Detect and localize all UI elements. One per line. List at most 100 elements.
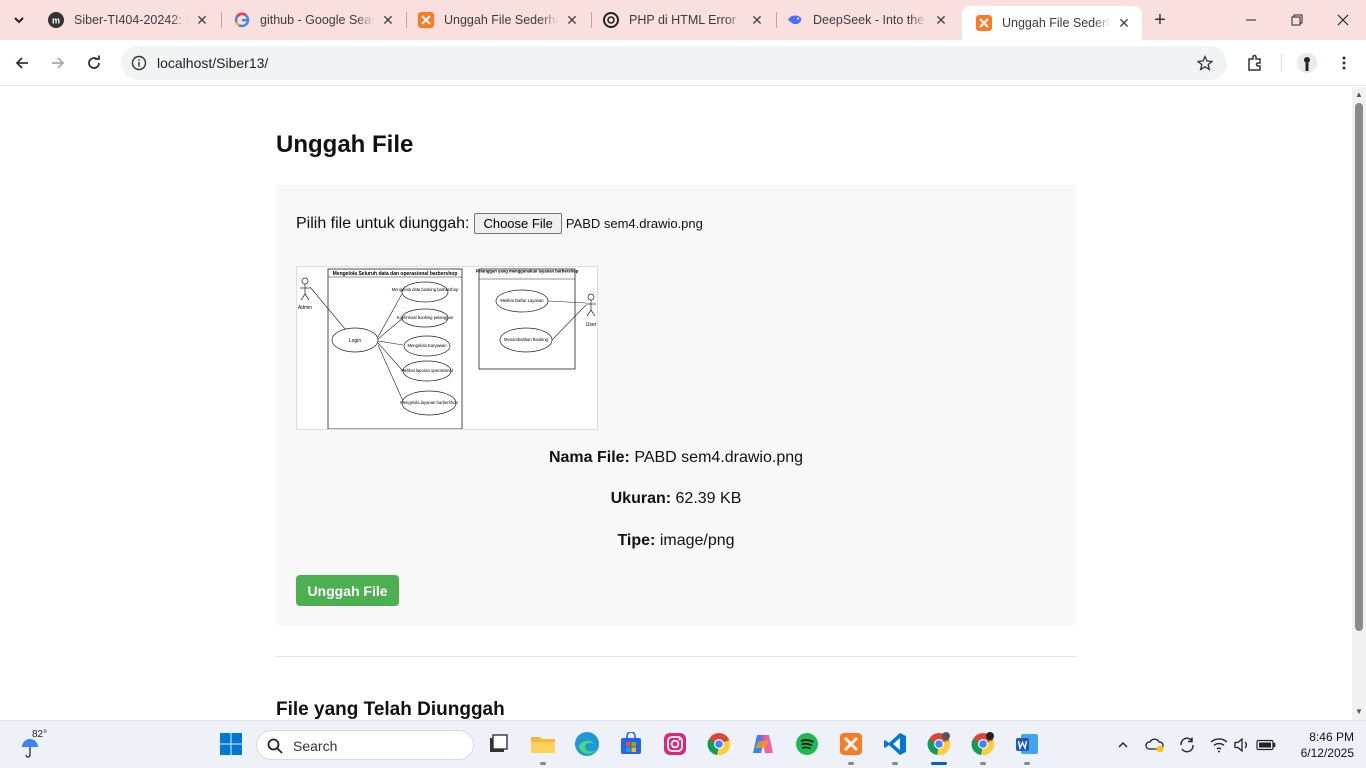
google-icon bbox=[234, 12, 250, 28]
new-tab-button[interactable]: + bbox=[1148, 8, 1172, 32]
wifi-icon bbox=[1210, 738, 1228, 753]
taskbar-edge[interactable] bbox=[572, 729, 602, 759]
close-tab-icon[interactable]: ✕ bbox=[749, 12, 765, 28]
close-tab-icon[interactable]: ✕ bbox=[933, 12, 949, 28]
task-view-button[interactable] bbox=[483, 729, 513, 759]
windows-logo-icon bbox=[220, 733, 242, 755]
taskbar-chrome-profile-2[interactable] bbox=[968, 729, 998, 765]
page-viewport: Unggah File Pilih file untuk diunggah: C… bbox=[0, 87, 1352, 720]
menu-button[interactable] bbox=[1332, 51, 1356, 75]
scroll-up-icon[interactable]: ▲ bbox=[1354, 90, 1364, 100]
tab-title: PHP di HTML Error bbox=[629, 13, 736, 27]
site-info-icon[interactable] bbox=[129, 53, 149, 73]
arrow-right-icon bbox=[52, 57, 65, 69]
extensions-button[interactable] bbox=[1243, 51, 1267, 75]
tab-moodle[interactable]: m Siber-TI404-20242: W ✕ bbox=[34, 0, 220, 40]
search-label: Search bbox=[293, 738, 338, 754]
upload-button[interactable]: Unggah File bbox=[296, 575, 399, 606]
tab-title: github - Google Search bbox=[260, 13, 374, 27]
admin-boundary-title: Mengelola Seluruh data dan operasional b… bbox=[333, 271, 458, 277]
profile-avatar[interactable] bbox=[1295, 51, 1319, 75]
actor-admin bbox=[300, 277, 310, 301]
battery-tray[interactable] bbox=[1256, 735, 1276, 755]
reload-icon bbox=[88, 55, 100, 69]
active-indicator bbox=[931, 762, 947, 765]
xampp-icon bbox=[840, 733, 862, 755]
copilot-icon bbox=[753, 735, 773, 753]
close-window-button[interactable] bbox=[1320, 0, 1366, 40]
taskbar-store[interactable] bbox=[616, 729, 646, 759]
edge-icon bbox=[575, 732, 599, 756]
taskbar-clock[interactable]: 8:46 PM 6/12/2025 bbox=[1280, 729, 1354, 761]
restore-icon bbox=[1291, 14, 1303, 26]
deepseek-icon bbox=[787, 12, 803, 28]
forward-button[interactable] bbox=[44, 49, 72, 77]
scroll-down-icon[interactable]: ▼ bbox=[1354, 707, 1364, 717]
more-vertical-icon bbox=[1342, 56, 1346, 70]
start-button[interactable] bbox=[216, 729, 246, 759]
temperature: 82° bbox=[32, 729, 48, 740]
chevron-up-icon bbox=[1118, 741, 1128, 748]
file-picker-label: Pilih file untuk diunggah: bbox=[296, 214, 470, 232]
tab-deepseek[interactable]: DeepSeek - Into the Unknown ✕ bbox=[773, 0, 959, 40]
taskbar-xampp[interactable] bbox=[836, 729, 866, 765]
tab-title: Unggah File Sederhana bbox=[1002, 16, 1110, 30]
taskbar-vscode[interactable] bbox=[880, 729, 910, 765]
close-tab-icon[interactable]: ✕ bbox=[564, 12, 580, 28]
taskbar-chrome-profile-1[interactable] bbox=[924, 729, 954, 765]
folder-icon bbox=[531, 737, 555, 753]
plus-icon: + bbox=[1154, 8, 1166, 31]
use-case-admin-1-label: Mengelola data booking barbershop bbox=[392, 287, 459, 292]
file-name-label: Nama File: bbox=[548, 449, 630, 466]
store-icon bbox=[621, 732, 641, 754]
volume-tray[interactable] bbox=[1232, 735, 1252, 755]
tab-chatgpt[interactable]: PHP di HTML Error ✕ bbox=[589, 0, 775, 40]
show-hidden-icons-button[interactable] bbox=[1113, 735, 1133, 755]
tab-xampp-active[interactable]: Unggah File Sederhana ✕ bbox=[962, 6, 1142, 40]
taskbar-chrome[interactable] bbox=[704, 729, 734, 759]
close-tab-icon[interactable]: ✕ bbox=[380, 12, 396, 28]
use-case-admin-4-label: Melihat laporan operasional bbox=[401, 368, 453, 373]
taskbar-instagram[interactable] bbox=[660, 729, 690, 759]
sync-tray[interactable] bbox=[1177, 735, 1197, 755]
chrome-icon bbox=[927, 732, 951, 756]
use-case-admin-2-label: Konfirmasi booking pelanggan bbox=[397, 315, 454, 320]
wifi-tray[interactable] bbox=[1209, 735, 1229, 755]
taskbar-word[interactable] bbox=[1012, 729, 1042, 765]
bookmark-star-icon[interactable] bbox=[1195, 53, 1215, 73]
use-case-login-label: Login bbox=[349, 338, 361, 344]
url-text[interactable]: localhost/Siber13/ bbox=[157, 55, 268, 71]
running-indicator bbox=[980, 762, 986, 765]
taskbar-file-explorer[interactable] bbox=[528, 729, 558, 765]
reload-button[interactable] bbox=[80, 49, 108, 77]
taskbar-copilot[interactable] bbox=[748, 729, 778, 759]
xampp-icon bbox=[976, 15, 992, 31]
weather-widget[interactable]: 82° bbox=[18, 727, 58, 763]
back-button[interactable] bbox=[8, 49, 36, 77]
tab-xampp-1[interactable]: Unggah File Sederhana ✕ bbox=[404, 0, 590, 40]
file-picker-row: Pilih file untuk diunggah: Choose File P… bbox=[296, 213, 703, 234]
use-case-admin-3-label: Mengelola Karyawan bbox=[407, 343, 447, 348]
taskbar-spotify[interactable] bbox=[792, 729, 822, 759]
tab-google[interactable]: github - Google Search ✕ bbox=[220, 0, 406, 40]
user-boundary bbox=[478, 268, 576, 370]
choose-file-button[interactable]: Choose File bbox=[474, 213, 562, 234]
taskbar-search[interactable]: Search bbox=[256, 730, 474, 760]
onedrive-tray[interactable] bbox=[1145, 735, 1165, 755]
address-bar[interactable]: localhost/Siber13/ bbox=[121, 46, 1227, 80]
minimize-button[interactable] bbox=[1228, 0, 1274, 40]
scrollbar-thumb[interactable] bbox=[1355, 103, 1363, 631]
tab-title: DeepSeek - Into the Unknown bbox=[813, 13, 927, 27]
windows-taskbar: 82° Search 8:46 PM 6/12/2025 bbox=[0, 720, 1366, 768]
xampp-icon bbox=[418, 12, 434, 28]
file-name-row: Nama File: PABD sem4.drawio.png bbox=[276, 449, 1076, 467]
tab-search-button[interactable] bbox=[6, 7, 32, 33]
close-tab-icon[interactable]: ✕ bbox=[194, 12, 210, 28]
instagram-icon bbox=[664, 733, 686, 755]
vscode-icon bbox=[884, 733, 906, 755]
restore-button[interactable] bbox=[1274, 0, 1320, 40]
page-scrollbar[interactable]: ▲ ▼ bbox=[1352, 87, 1366, 720]
close-tab-icon[interactable]: ✕ bbox=[1116, 15, 1132, 31]
file-size-row: Ukuran: 62.39 KB bbox=[276, 490, 1076, 508]
moodle-icon: m bbox=[48, 12, 64, 28]
